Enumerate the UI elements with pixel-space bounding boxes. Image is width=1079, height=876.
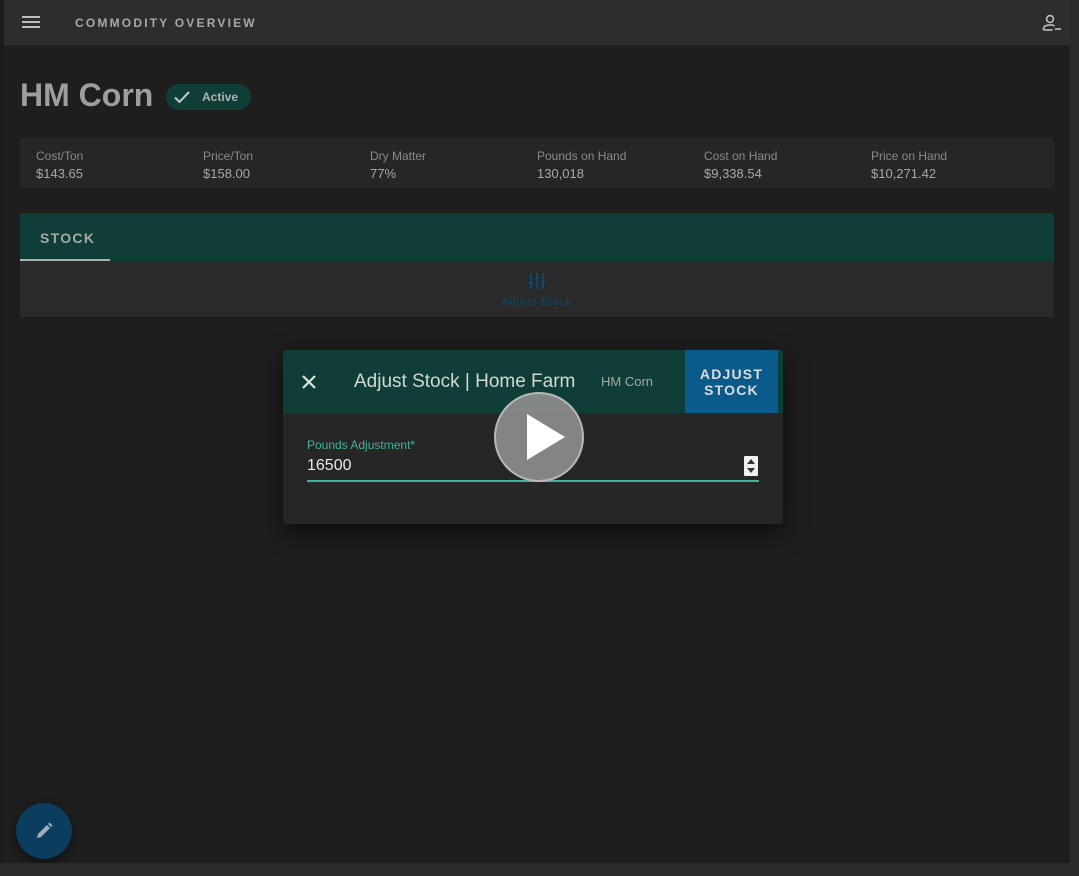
app-bar: COMMODITY OVERVIEW bbox=[4, 0, 1070, 46]
edit-fab-button[interactable] bbox=[16, 803, 72, 859]
stat-price-per-ton: Price/Ton $158.00 bbox=[203, 149, 363, 183]
status-label: Active bbox=[202, 90, 239, 104]
dialog-subtitle: HM Corn bbox=[601, 374, 654, 389]
stat-label: Price on Hand bbox=[871, 149, 948, 163]
stat-value: $9,338.54 bbox=[704, 166, 762, 181]
stat-value: 77% bbox=[370, 166, 397, 181]
stat-dry-matter: Dry Matter 77% bbox=[370, 149, 530, 183]
play-icon bbox=[527, 414, 565, 460]
vertical-scrollbar[interactable] bbox=[1070, 0, 1079, 876]
stat-pounds-on-hand: Pounds on Hand 130,018 bbox=[537, 149, 697, 183]
stat-value: $158.00 bbox=[203, 166, 250, 181]
field-label: Pounds Adjustment* bbox=[307, 438, 416, 452]
stat-cost-on-hand: Cost on Hand $9,338.54 bbox=[704, 149, 864, 183]
check-icon bbox=[174, 91, 190, 104]
adjust-stock-submit-button[interactable]: ADJUST STOCK bbox=[685, 350, 778, 413]
close-icon[interactable] bbox=[299, 372, 319, 392]
stat-value: 130,018 bbox=[537, 166, 584, 181]
sliders-icon bbox=[528, 273, 546, 289]
stat-price-on-hand: Price on Hand $10,271.42 bbox=[871, 149, 1031, 183]
stat-label: Cost/Ton bbox=[36, 149, 84, 163]
pencil-icon bbox=[37, 822, 53, 838]
adjust-stock-button[interactable]: Adjust Stock bbox=[490, 271, 584, 308]
tab-bar: STOCK bbox=[20, 213, 1054, 261]
app-title: COMMODITY OVERVIEW bbox=[75, 16, 257, 30]
stat-label: Price/Ton bbox=[203, 149, 254, 163]
status-badge: Active bbox=[166, 84, 251, 110]
stat-value: $143.65 bbox=[36, 166, 83, 181]
stepper-down-icon[interactable] bbox=[747, 468, 755, 473]
stats-bar: Cost/Ton $143.65 Price/Ton $158.00 Dry M… bbox=[20, 138, 1054, 188]
tab-label: STOCK bbox=[40, 230, 96, 246]
play-button[interactable] bbox=[494, 392, 584, 482]
account-icon[interactable] bbox=[1040, 11, 1064, 35]
stat-value: $10,271.42 bbox=[871, 166, 937, 181]
stepper-up-icon[interactable] bbox=[747, 459, 755, 464]
stock-panel: Adjust Stock bbox=[20, 261, 1054, 317]
menu-icon[interactable] bbox=[18, 12, 44, 34]
adjust-stock-label: Adjust Stock bbox=[501, 296, 573, 308]
stat-label: Dry Matter bbox=[370, 149, 427, 163]
dialog-title: Adjust Stock | Home Farm bbox=[354, 371, 576, 392]
horizontal-scrollbar[interactable] bbox=[0, 863, 1079, 876]
stat-label: Pounds on Hand bbox=[537, 149, 627, 163]
stat-cost-per-ton: Cost/Ton $143.65 bbox=[36, 149, 196, 183]
stat-label: Cost on Hand bbox=[704, 149, 778, 163]
number-stepper[interactable] bbox=[744, 456, 758, 476]
page-title: HM Corn bbox=[20, 77, 154, 113]
tab-stock[interactable]: STOCK bbox=[20, 213, 110, 261]
